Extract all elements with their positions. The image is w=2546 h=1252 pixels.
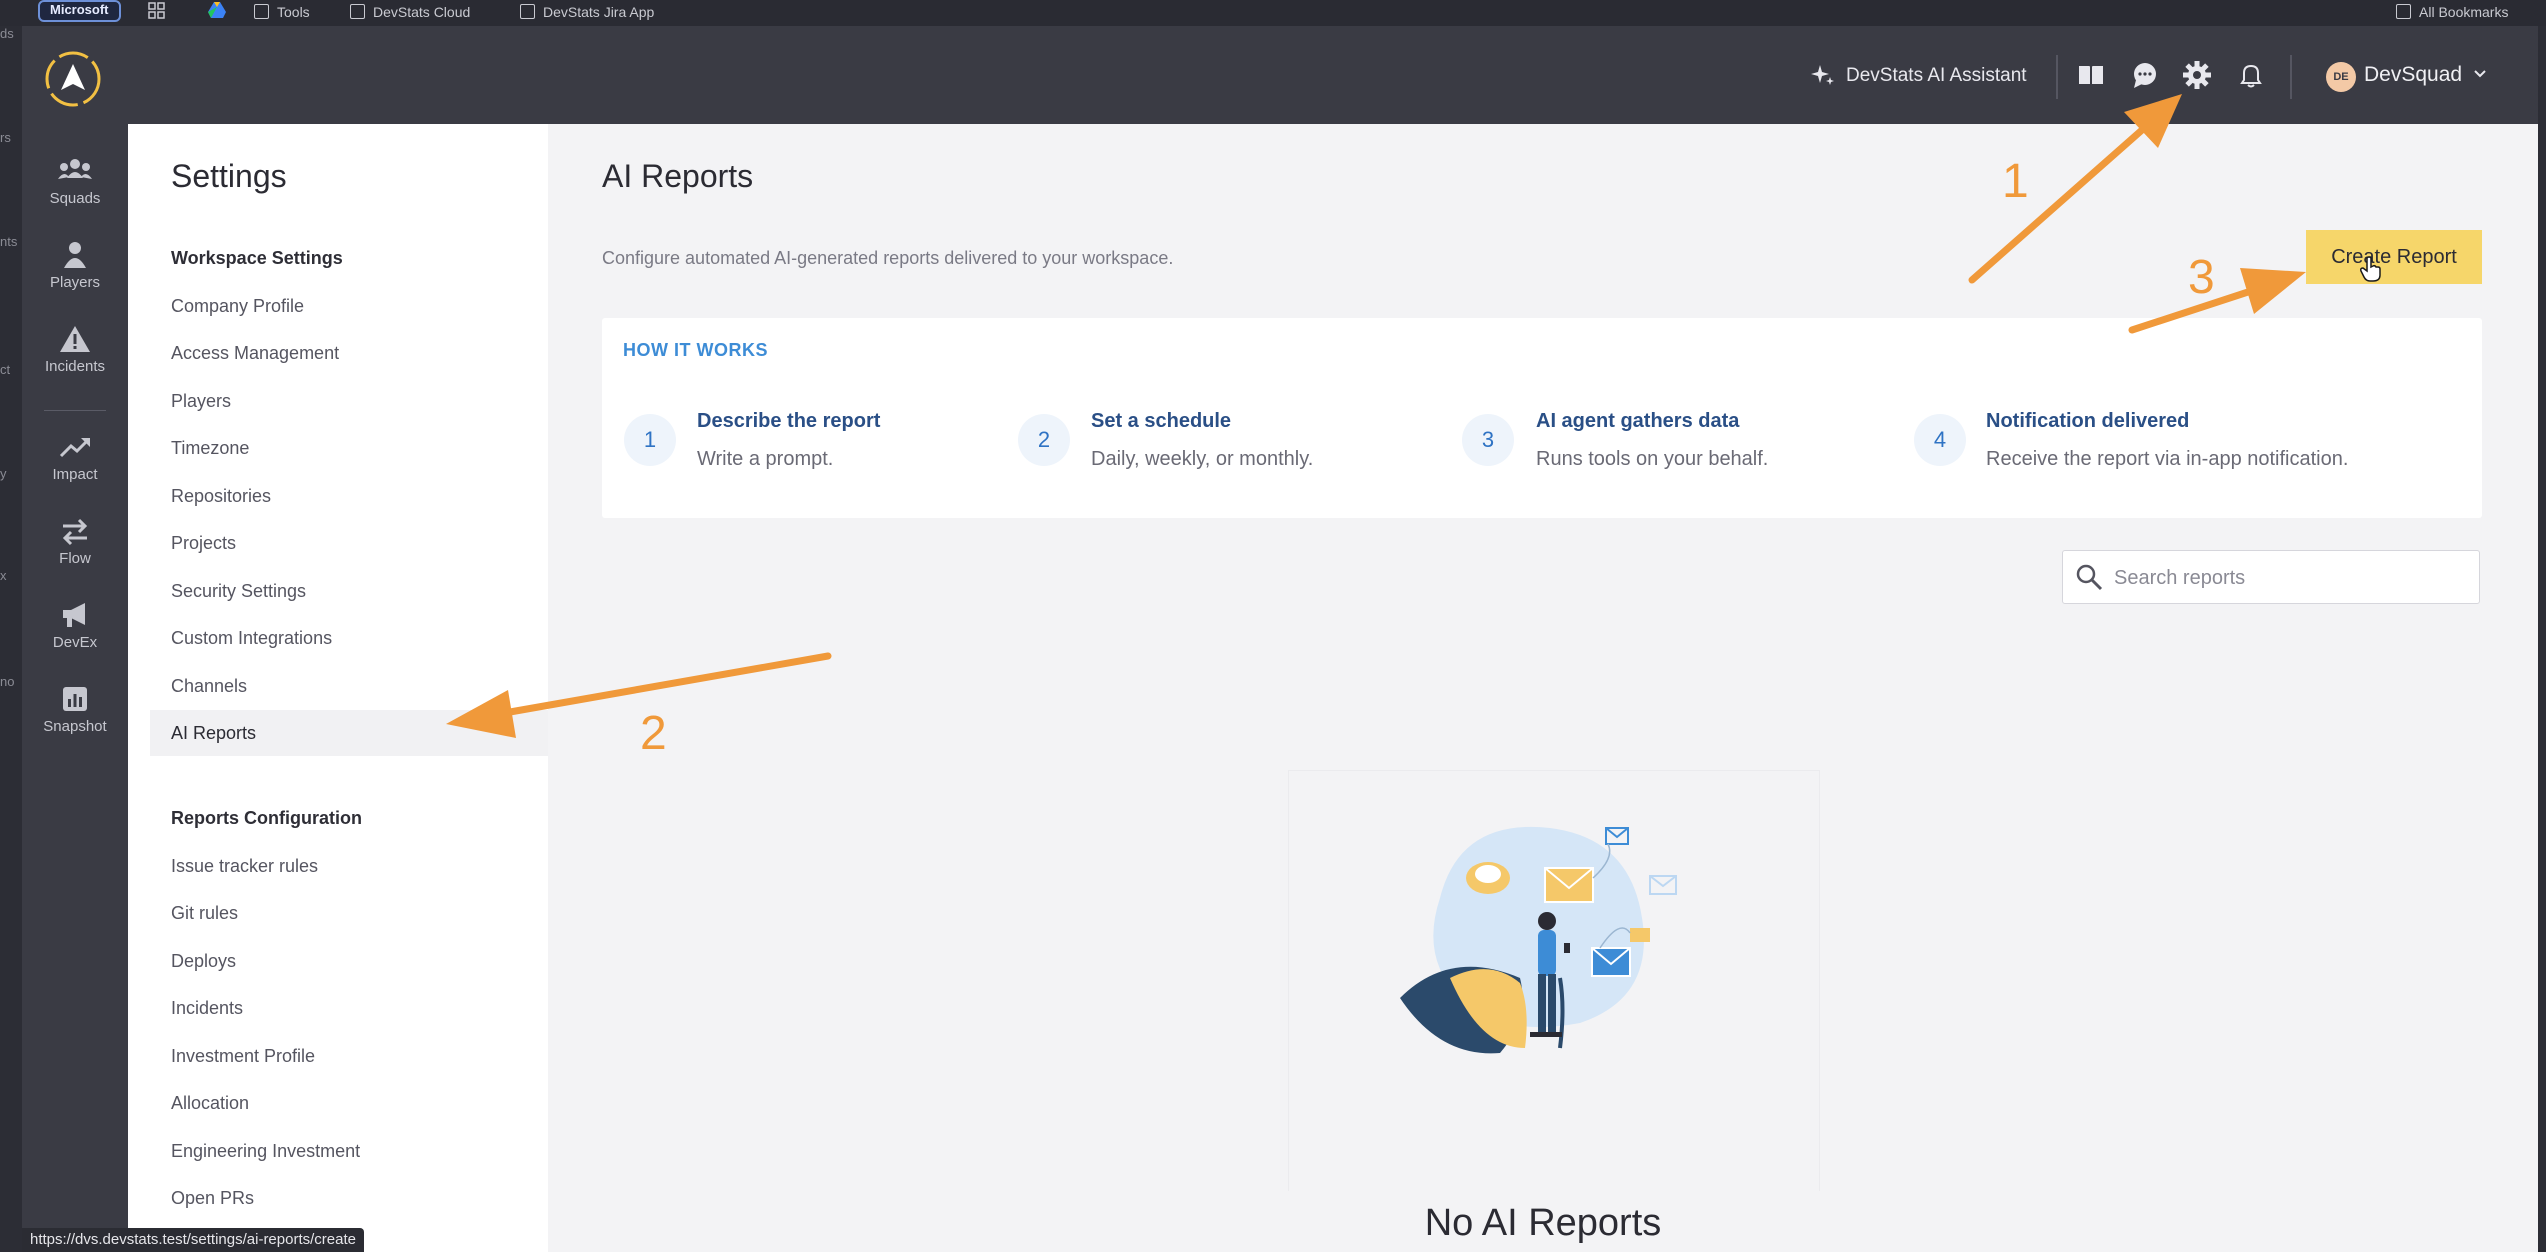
warning-icon: [60, 326, 90, 352]
empty-state-illustration: [1380, 808, 1700, 1078]
nav-label: Incidents: [44, 358, 106, 375]
search-icon: [2074, 562, 2104, 592]
nav-label: Squads: [49, 190, 101, 207]
step-number: 3: [1462, 414, 1514, 466]
settings-item-custom-integrations[interactable]: Custom Integrations: [171, 628, 332, 649]
reports-configuration-header: Reports Configuration: [171, 808, 362, 828]
step-title: AI agent gathers data: [1536, 410, 1740, 432]
right-window-edge: [2538, 26, 2546, 1252]
header-divider: [2290, 55, 2292, 99]
assistant-label: DevStats AI Assistant: [1846, 65, 2027, 86]
edge-text: no: [0, 674, 15, 689]
search-input[interactable]: [2112, 556, 2466, 600]
page-title: AI Reports: [602, 158, 754, 194]
nav-label: Impact: [52, 466, 98, 483]
users-icon: [58, 159, 92, 179]
nav-label: DevEx: [52, 634, 98, 651]
settings-item-projects[interactable]: Projects: [171, 533, 236, 554]
annotation-number-3: 3: [2188, 251, 2215, 304]
step-title: Describe the report: [697, 410, 881, 432]
settings-item-repositories[interactable]: Repositories: [171, 486, 271, 507]
settings-item-access-management[interactable]: Access Management: [171, 343, 339, 364]
workspace-settings-header: Workspace Settings: [171, 248, 343, 268]
user-icon: [64, 242, 86, 268]
annotation-number-1: 1: [2002, 155, 2029, 208]
avatar[interactable]: DE: [2326, 62, 2356, 92]
gear-icon[interactable]: [2182, 60, 2212, 90]
settings-item-timezone[interactable]: Timezone: [171, 438, 249, 459]
settings-item-security[interactable]: Security Settings: [171, 581, 306, 602]
settings-item-channels[interactable]: Channels: [171, 676, 247, 697]
step-description: Receive the report via in-app notificati…: [1986, 448, 2349, 470]
create-report-button[interactable]: Create Report: [2306, 230, 2482, 284]
step-number: 4: [1914, 414, 1966, 466]
nav-snapshot[interactable]: Snapshot: [22, 684, 128, 735]
microsoft-badge[interactable]: Microsoft: [38, 0, 121, 22]
chevron-down-icon[interactable]: [2472, 66, 2488, 82]
settings-item-issue-tracker-rules[interactable]: Issue tracker rules: [171, 856, 318, 877]
chat-icon[interactable]: [2130, 60, 2160, 90]
settings-title: Settings: [171, 158, 287, 194]
bookmark-all[interactable]: All Bookmarks: [2396, 2, 2508, 22]
empty-state-title: No AI Reports: [1424, 1202, 1662, 1244]
bell-icon[interactable]: [2236, 60, 2266, 90]
edge-text: ct: [0, 362, 11, 377]
bookmarks-bar: Microsoft Tools DevStats Cloud DevStats …: [0, 0, 2546, 26]
apps-grid-icon[interactable]: [148, 2, 166, 22]
step-title: Notification delivered: [1986, 410, 2190, 432]
bookmark-tools[interactable]: Tools: [254, 2, 310, 22]
settings-item-engineering-investment[interactable]: Engineering Investment: [171, 1141, 360, 1162]
nav-impact[interactable]: Impact: [22, 432, 128, 483]
nav-divider: [44, 410, 106, 411]
bookmark-devstats-cloud[interactable]: DevStats Cloud: [350, 2, 470, 22]
step-description: Daily, weekly, or monthly.: [1091, 448, 1314, 470]
settings-item-open-prs[interactable]: Open PRs: [171, 1188, 254, 1209]
edge-text: x: [0, 568, 7, 583]
settings-item-deploys[interactable]: Deploys: [171, 951, 236, 972]
bar-chart-icon: [63, 687, 87, 711]
nav-players[interactable]: Players: [22, 240, 128, 291]
step-number: 2: [1018, 414, 1070, 466]
drive-icon[interactable]: [208, 2, 226, 22]
hand-cursor-icon: [2360, 256, 2382, 287]
settings-item-company-profile[interactable]: Company Profile: [171, 296, 304, 317]
docs-book-icon[interactable]: [2076, 60, 2106, 90]
sparkle-icon: [1811, 65, 1834, 85]
ai-assistant-button[interactable]: DevStats AI Assistant: [1810, 63, 2027, 89]
nav-squads[interactable]: Squads: [22, 156, 128, 207]
devstats-logo-icon[interactable]: [44, 50, 102, 108]
header-divider: [2056, 55, 2058, 99]
page-subtitle: Configure automated AI-generated reports…: [602, 248, 1174, 268]
edge-text: rs: [0, 130, 11, 145]
app-header: [22, 26, 2538, 124]
settings-item-investment-profile[interactable]: Investment Profile: [171, 1046, 315, 1067]
megaphone-icon: [63, 603, 85, 627]
settings-item-incidents[interactable]: Incidents: [171, 998, 243, 1019]
edge-text: ds: [0, 26, 14, 41]
edge-text: nts: [0, 234, 18, 249]
user-menu-name[interactable]: DevSquad: [2364, 63, 2462, 87]
trending-up-icon: [59, 438, 90, 458]
nav-label: Flow: [59, 550, 91, 567]
nav-label: Snapshot: [43, 718, 107, 735]
settings-item-players[interactable]: Players: [171, 391, 231, 412]
nav-label: Players: [49, 274, 101, 291]
nav-flow[interactable]: Flow: [22, 516, 128, 567]
nav-devex[interactable]: DevEx: [22, 600, 128, 651]
step-number: 1: [624, 414, 676, 466]
edge-text: y: [0, 466, 7, 481]
status-bar-url: https://dvs.devstats.test/settings/ai-re…: [22, 1228, 364, 1252]
how-it-works-title: HOW IT WORKS: [623, 340, 768, 360]
settings-item-allocation[interactable]: Allocation: [171, 1093, 249, 1114]
step-description: Write a prompt.: [697, 448, 834, 470]
step-description: Runs tools on your behalf.: [1536, 448, 1769, 470]
annotation-number-2: 2: [640, 707, 667, 760]
nav-incidents[interactable]: Incidents: [22, 324, 128, 375]
settings-item-ai-reports[interactable]: AI Reports: [171, 723, 256, 744]
left-window-edge: ds rs nts ct y x no: [0, 26, 22, 1252]
bookmark-devstats-jira[interactable]: DevStats Jira App: [520, 2, 654, 22]
settings-item-git-rules[interactable]: Git rules: [171, 903, 238, 924]
arrows-exchange-icon: [62, 518, 88, 546]
step-title: Set a schedule: [1091, 410, 1232, 432]
